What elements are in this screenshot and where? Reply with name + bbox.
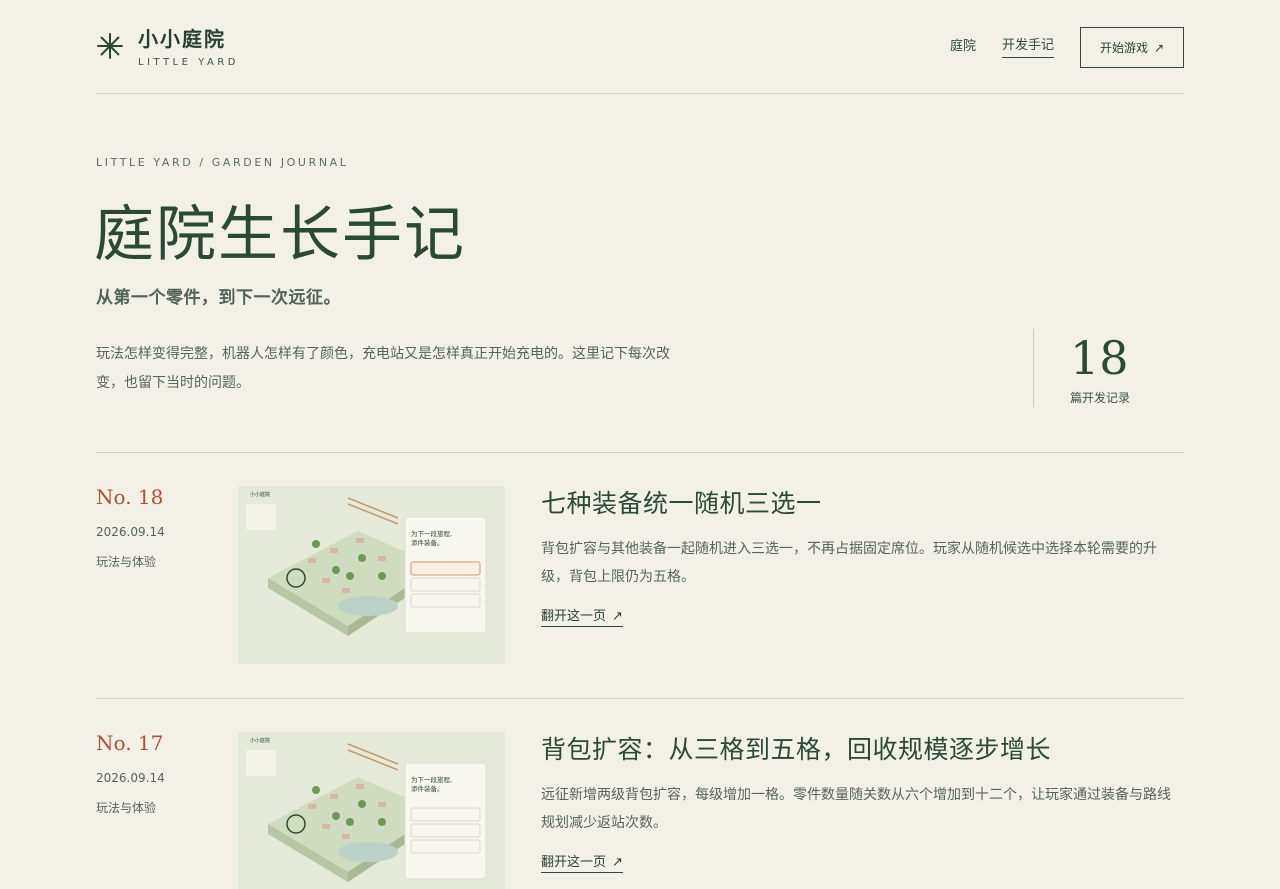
entry-description: 背包扩容与其他装备一起随机进入三选一，不再占据固定席位。玩家从随机候选中选择本轮…: [541, 541, 1157, 585]
entry-date: 2026.09.14: [96, 771, 165, 785]
thumb-card-title-1: 为下一段旅程,: [411, 529, 452, 538]
nav-link-dev-journal[interactable]: 开发手记: [1001, 37, 1054, 58]
thumb-card-title-2: 添件装备。: [411, 784, 444, 793]
arrow-up-right-icon: ↗: [1153, 40, 1165, 55]
read-more-label: 翻开这一页: [541, 855, 607, 870]
read-more-link[interactable]: 翻开这一页 ↗: [541, 605, 623, 627]
asterisk-logo-icon[interactable]: [96, 32, 124, 60]
main-nav: 庭院 开发手记 开始游戏 ↗: [950, 27, 1184, 68]
brand[interactable]: 小小庭院 LITTLE YARD: [138, 26, 239, 69]
thumb-brand: 小小庭院: [250, 737, 270, 744]
journal-entry: No. 18 2026.09.14 玩法与体验 为下一段旅程, 添件装备。 小小…: [96, 452, 1184, 698]
entry-count: 18 篇开发记录: [1033, 329, 1130, 407]
entry-count-label: 篇开发记录: [1070, 391, 1131, 405]
entry-thumbnail[interactable]: 为下一段旅程, 添件装备。 小小庭院: [238, 732, 505, 889]
entry-thumbnail[interactable]: 为下一段旅程, 添件装备。 小小庭院: [238, 486, 505, 664]
entry-date: 2026.09.14: [96, 525, 165, 539]
brand-name: 小小庭院: [138, 27, 226, 51]
brand-subtitle: LITTLE YARD: [138, 57, 239, 68]
arrow-up-right-icon: ↗: [612, 609, 623, 624]
entry-number: No. 17: [96, 731, 164, 755]
entry-title[interactable]: 七种装备统一随机三选一: [541, 487, 822, 521]
entry-title[interactable]: 背包扩容：从三格到五格，回收规模逐步增长: [541, 733, 1051, 767]
thumb-card-title-2: 添件装备。: [411, 538, 444, 547]
intro-text: 玩法怎样变得完整，机器人怎样有了颜色，充电站又是怎样真正开始充电的。这里记下每次…: [96, 346, 670, 391]
entry-category: 玩法与体验: [96, 801, 157, 815]
start-game-button[interactable]: 开始游戏 ↗: [1080, 27, 1184, 68]
entry-category: 玩法与体验: [96, 555, 157, 569]
read-more-label: 翻开这一页: [541, 609, 607, 624]
game-screenshot-image: 为下一段旅程, 添件装备。 小小庭院: [238, 732, 505, 889]
eyebrow: LITTLE YARD / GARDEN JOURNAL: [96, 156, 349, 169]
page-title: 庭院生长手记: [94, 200, 466, 270]
read-more-link[interactable]: 翻开这一页 ↗: [541, 851, 623, 873]
journal-entry: No. 17 2026.09.14 玩法与体验 为下一段旅程, 添件装备。 小小…: [96, 698, 1184, 889]
nav-link-yard[interactable]: 庭院: [950, 38, 976, 58]
entry-description: 远征新增两级背包扩容，每级增加一格。零件数量随关数从六个增加到十二个，让玩家通过…: [541, 787, 1171, 831]
game-screenshot-image: 为下一段旅程, 添件装备。 小小庭院: [238, 486, 505, 664]
thumb-card-title-1: 为下一段旅程,: [411, 775, 452, 784]
entry-count-number: 18: [1070, 331, 1129, 385]
thumb-brand: 小小庭院: [250, 491, 270, 498]
site-header: 小小庭院 LITTLE YARD 庭院 开发手记 开始游戏 ↗: [96, 0, 1184, 94]
start-game-label: 开始游戏: [1099, 41, 1148, 55]
entry-number: No. 18: [96, 485, 164, 509]
page-subtitle: 从第一个零件，到下一次远征。: [96, 288, 341, 308]
arrow-up-right-icon: ↗: [612, 855, 623, 870]
